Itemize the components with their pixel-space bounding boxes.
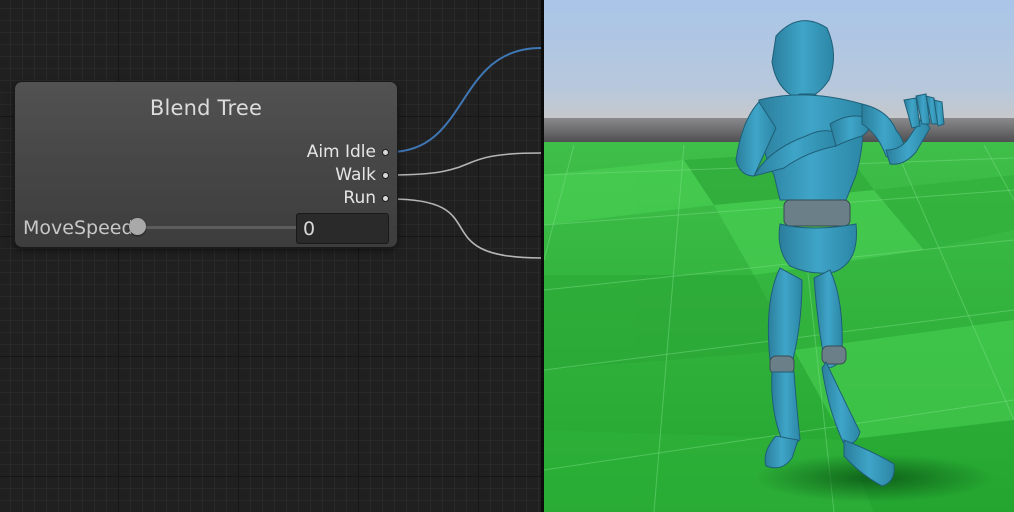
output-port-aim-idle[interactable]: Aim Idle: [307, 141, 389, 163]
output-port-dot[interactable]: [382, 194, 389, 202]
connection-lines: [389, 47, 541, 259]
blend-tree-node[interactable]: Blend Tree Aim Idle Walk Run MoveSpeed 0: [15, 82, 397, 247]
parameter-label: MoveSpeed: [23, 217, 131, 239]
connection-walk: [389, 152, 541, 176]
output-port-dot[interactable]: [382, 171, 389, 179]
output-port-run[interactable]: Run: [343, 187, 389, 209]
animator-graph-panel[interactable]: Blend Tree Aim Idle Walk Run MoveSpeed 0: [0, 0, 541, 512]
scene-render: [544, 0, 1014, 512]
movespeed-slider-thumb[interactable]: [129, 218, 146, 235]
scene-viewport[interactable]: [544, 0, 1014, 512]
output-label-walk: Walk: [335, 165, 376, 185]
output-port-walk[interactable]: Walk: [335, 164, 389, 186]
movespeed-value-field[interactable]: 0: [296, 213, 389, 244]
connection-run: [389, 198, 541, 259]
output-label-run: Run: [343, 188, 376, 208]
node-title: Blend Tree: [149, 96, 263, 120]
connection-aim-idle: [389, 47, 541, 153]
movespeed-slider-track[interactable]: [137, 226, 301, 229]
output-label-aim-idle: Aim Idle: [306, 142, 376, 162]
output-port-dot[interactable]: [382, 148, 389, 156]
movespeed-parameter-row: MoveSpeed 0: [15, 212, 397, 244]
animator-window: Blend Tree Aim Idle Walk Run MoveSpeed 0: [0, 0, 1014, 512]
